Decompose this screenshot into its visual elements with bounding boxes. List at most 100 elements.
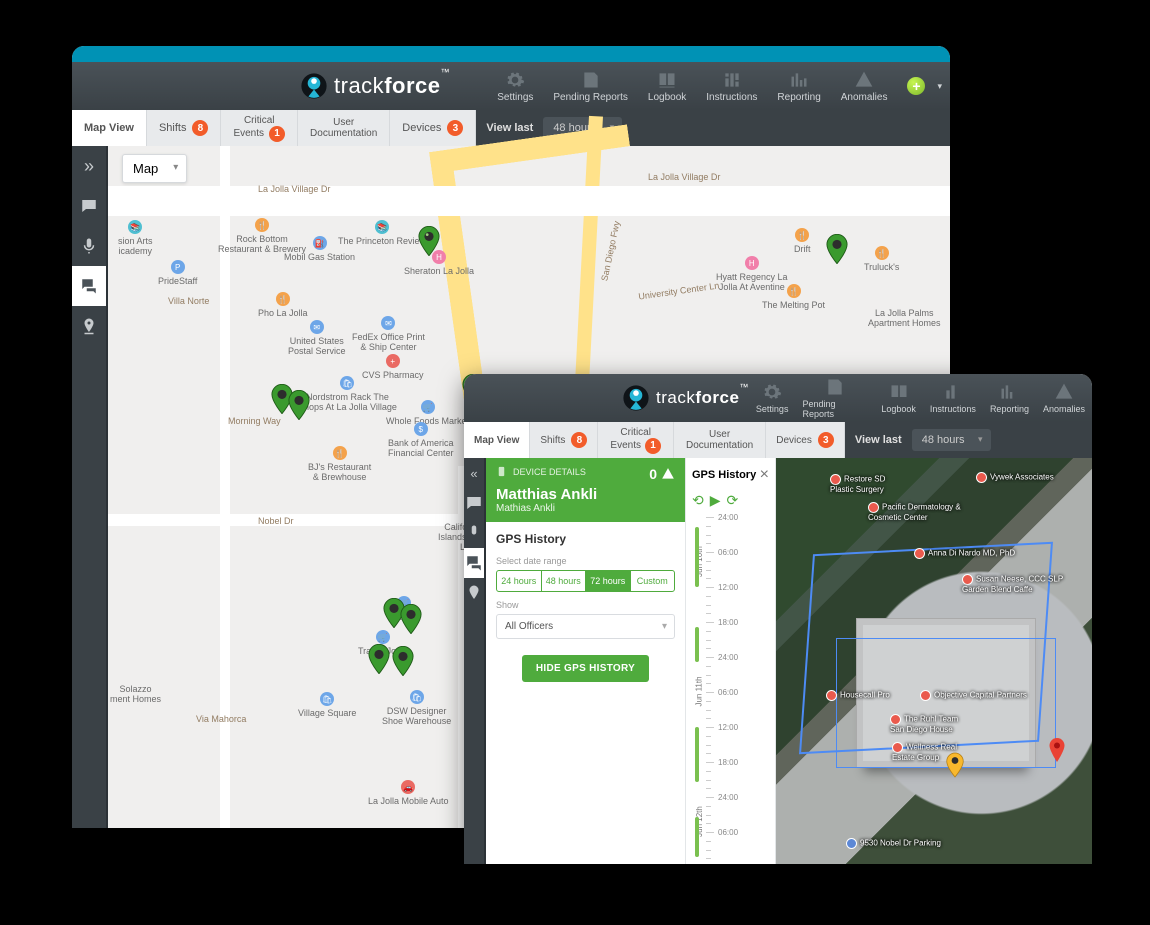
side-rail: » bbox=[72, 146, 108, 828]
poi-palms: La Jolla Palms Apartment Homes bbox=[868, 308, 941, 328]
tab-map-view[interactable]: Map View bbox=[464, 422, 530, 458]
sat-poi-vywek: Vywek Associates bbox=[976, 472, 1054, 483]
poi-dsw: 🛍DSW Designer Shoe Warehouse bbox=[382, 690, 451, 726]
nav-instructions[interactable]: Instructions bbox=[923, 374, 983, 422]
device-marker[interactable] bbox=[288, 390, 310, 420]
tab-devices[interactable]: Devices3 bbox=[390, 110, 476, 146]
playback-controls: ⟲ ▶ ⟳ bbox=[692, 492, 769, 509]
officer-marker[interactable] bbox=[946, 752, 964, 778]
officers-select[interactable]: All Officers bbox=[496, 614, 675, 639]
panel-section-label: DEVICE DETAILS bbox=[496, 466, 586, 477]
seg-custom[interactable]: Custom bbox=[631, 571, 675, 591]
map-type-select[interactable]: Map bbox=[122, 154, 187, 183]
warning-icon bbox=[661, 467, 675, 481]
tab-shifts[interactable]: Shifts8 bbox=[147, 110, 222, 146]
rail-expand[interactable]: » bbox=[72, 146, 106, 186]
nav-more-chevron[interactable]: ▾ bbox=[935, 81, 950, 92]
rail-chat-icon[interactable] bbox=[72, 266, 106, 306]
view-last-select[interactable]: 48 hours bbox=[912, 429, 991, 451]
poi-drift: 🍴Drift bbox=[794, 228, 811, 254]
nav-reporting[interactable]: Reporting bbox=[767, 62, 830, 110]
rail-comment-icon[interactable] bbox=[72, 186, 106, 226]
panel-header: DEVICE DETAILS 0 Matthias Ankli Mathias … bbox=[486, 458, 685, 522]
rail-comment-icon[interactable] bbox=[464, 488, 484, 518]
device-marker[interactable] bbox=[826, 234, 848, 264]
devices-badge: 3 bbox=[818, 432, 834, 448]
rail-location-icon[interactable] bbox=[72, 306, 106, 346]
loop-icon[interactable]: ⟳ bbox=[727, 492, 739, 509]
seg-72h[interactable]: 72 hours bbox=[586, 571, 631, 591]
street-lajolla2: La Jolla Village Dr bbox=[648, 172, 720, 182]
poi-melting: 🍴The Melting Pot bbox=[762, 284, 825, 310]
device-marker[interactable] bbox=[400, 604, 422, 634]
tab-devices[interactable]: Devices3 bbox=[766, 422, 845, 458]
poi-sionarts: 📚sion Arts icademy bbox=[118, 220, 153, 256]
shifts-badge: 8 bbox=[571, 432, 587, 448]
poi-nordstrom: 🛍Nordstrom Rack The Shops At La Jolla Vi… bbox=[298, 376, 397, 412]
critical-badge: 1 bbox=[645, 438, 661, 454]
tab-user-documentation[interactable]: UserDocumentation bbox=[298, 110, 390, 146]
gps-timeline[interactable]: 24:0006:0012:0018:0024:0006:0012:0018:00… bbox=[692, 517, 748, 864]
date-range-label: Select date range bbox=[496, 556, 675, 566]
tab-map-view[interactable]: Map View bbox=[72, 110, 147, 146]
nav-anomalies[interactable]: Anomalies bbox=[831, 62, 898, 110]
street-unicenter: University Center Ln bbox=[638, 280, 720, 301]
top-nav: trackforce™ Settings Pending Reports Log… bbox=[464, 374, 1092, 422]
sat-poi-objcap: Objective Capital Partners bbox=[920, 690, 1027, 701]
rewind-icon[interactable]: ⟲ bbox=[692, 492, 704, 509]
tab-critical-events[interactable]: CriticalEvents1 bbox=[598, 422, 674, 458]
rail-location-icon[interactable] bbox=[464, 578, 484, 608]
gps-column-title: GPS History bbox=[692, 469, 756, 481]
nav-logbook[interactable]: Logbook bbox=[638, 62, 696, 110]
device-marker[interactable] bbox=[392, 646, 414, 676]
device-detail-panel: DEVICE DETAILS 0 Matthias Ankli Mathias … bbox=[486, 458, 686, 864]
rail-mic-icon[interactable] bbox=[72, 226, 106, 266]
location-pin[interactable] bbox=[1048, 738, 1066, 764]
show-label: Show bbox=[496, 600, 675, 610]
nav-pending-reports[interactable]: Pending Reports bbox=[543, 62, 638, 110]
nav-settings[interactable]: Settings bbox=[487, 62, 543, 110]
brand-text: trackforce™ bbox=[334, 73, 450, 99]
nav-settings[interactable]: Settings bbox=[749, 374, 796, 422]
device-marker[interactable] bbox=[368, 644, 390, 674]
street-morningway: Morning Way bbox=[228, 416, 281, 426]
nav-logbook[interactable]: Logbook bbox=[874, 374, 923, 422]
panel-body: GPS History Select date range 24 hours 4… bbox=[486, 522, 685, 692]
street-nobeldr: Nobel Dr bbox=[258, 516, 294, 526]
tab-user-documentation[interactable]: UserDocumentation bbox=[674, 422, 766, 458]
sat-poi-nobel: 9530 Nobel Dr Parking bbox=[846, 838, 941, 849]
gps-timeline-column: GPS History × ⟲ ▶ ⟳ 24:0006:0012:0018:00… bbox=[686, 458, 776, 864]
rail-chat-icon[interactable] bbox=[464, 548, 484, 578]
poi-pridestaff: PPrideStaff bbox=[158, 260, 197, 286]
officer-name: Matthias Ankli bbox=[496, 486, 675, 503]
detail-window: trackforce™ Settings Pending Reports Log… bbox=[464, 374, 1092, 864]
sat-poi-susan: Susan Neese, CCC SLP Garden Blend Caffe bbox=[962, 574, 1063, 594]
poi-fedex: ✉FedEx Office Print & Ship Center bbox=[352, 316, 425, 352]
nav-pending-reports[interactable]: Pending Reports bbox=[795, 374, 874, 422]
sub-nav: Map View Shifts8 CriticalEvents1 UserDoc… bbox=[464, 422, 845, 458]
date-range-segmented: 24 hours 48 hours 72 hours Custom bbox=[496, 570, 675, 592]
seg-24h[interactable]: 24 hours bbox=[497, 571, 542, 591]
tab-shifts[interactable]: Shifts8 bbox=[530, 422, 598, 458]
street-mahorca: Via Mahorca bbox=[196, 714, 246, 724]
tab-critical-events[interactable]: CriticalEvents1 bbox=[221, 110, 298, 146]
nav-instructions[interactable]: Instructions bbox=[696, 62, 767, 110]
device-marker[interactable] bbox=[418, 226, 440, 256]
hide-gps-button[interactable]: HIDE GPS HISTORY bbox=[522, 655, 649, 682]
street-lajolla: La Jolla Village Dr bbox=[258, 184, 330, 194]
view-last-label: View last bbox=[486, 122, 533, 134]
gps-history-heading: GPS History bbox=[496, 532, 675, 546]
nav-add[interactable]: + bbox=[897, 62, 935, 110]
sat-poi-housecall: Housecall Pro bbox=[826, 690, 890, 701]
play-icon[interactable]: ▶ bbox=[710, 492, 721, 509]
satellite-map[interactable]: Restore SD Plastic Surgery Vywek Associa… bbox=[776, 458, 1092, 864]
poi-bjs: 🍴BJ's Restaurant & Brewhouse bbox=[308, 446, 371, 482]
rail-mic-icon[interactable] bbox=[464, 518, 484, 548]
nav-anomalies[interactable]: Anomalies bbox=[1036, 374, 1092, 422]
nav-reporting[interactable]: Reporting bbox=[983, 374, 1036, 422]
officer-subname: Mathias Ankli bbox=[496, 503, 675, 514]
rail-collapse[interactable]: « bbox=[464, 458, 484, 488]
poi-mobauto: 🚗La Jolla Mobile Auto bbox=[368, 780, 449, 806]
seg-48h[interactable]: 48 hours bbox=[542, 571, 587, 591]
close-icon[interactable]: × bbox=[760, 466, 769, 484]
